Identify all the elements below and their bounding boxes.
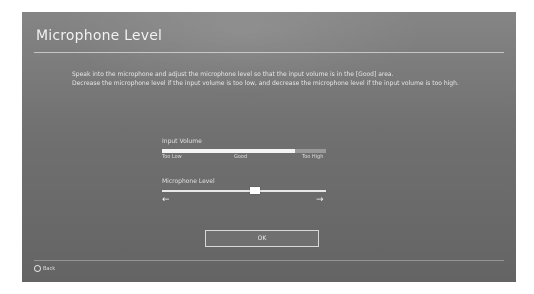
instruction-line-2: Decrease the microphone level if the inp… xyxy=(72,80,459,87)
input-volume-label: Input Volume xyxy=(162,138,202,145)
arrow-right-icon[interactable]: → xyxy=(316,196,324,205)
input-volume-fill xyxy=(162,149,295,153)
back-label: Back xyxy=(43,265,56,272)
arrow-left-icon[interactable]: ← xyxy=(162,196,170,205)
title-divider xyxy=(34,52,504,53)
microphone-level-label: Microphone Level xyxy=(162,178,215,185)
back-button[interactable]: Back xyxy=(34,265,55,272)
instructions: Speak into the microphone and adjust the… xyxy=(72,70,467,88)
instruction-line-1: Speak into the microphone and adjust the… xyxy=(72,71,394,78)
scale-too-low: Too Low xyxy=(162,154,182,160)
slider-thumb[interactable] xyxy=(250,187,261,194)
ok-button[interactable]: OK xyxy=(205,230,319,247)
microphone-level-screen: Microphone Level Speak into the micropho… xyxy=(22,12,516,282)
scale-too-high: Too High xyxy=(302,154,324,160)
scale-good: Good xyxy=(234,154,248,160)
input-volume-meter xyxy=(162,149,326,153)
footer-divider xyxy=(34,260,504,261)
page-title: Microphone Level xyxy=(36,28,163,44)
circle-button-icon xyxy=(34,265,41,272)
microphone-level-slider[interactable] xyxy=(162,187,326,194)
